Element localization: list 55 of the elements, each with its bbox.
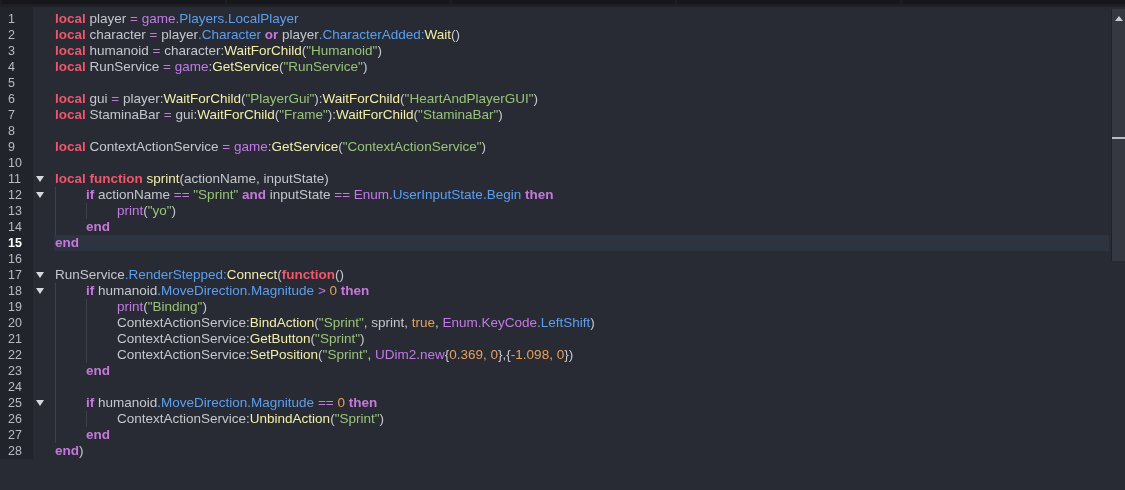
line-number: 27 — [7, 428, 23, 442]
code-line: ContextActionService:UnbindAction("Sprint") — [54, 411, 1109, 427]
line-number: 9 — [7, 140, 16, 154]
line-number: 2 — [7, 28, 16, 42]
line-number: 25 — [7, 396, 23, 410]
fold-arrow-icon[interactable] — [35, 190, 45, 200]
code-line: ContextActionService:GetButton("Sprint") — [54, 331, 1109, 347]
line-number: 18 — [7, 284, 23, 298]
line-number: 8 — [7, 124, 16, 138]
line-number: 12 — [7, 188, 23, 202]
code-line: end — [54, 363, 1109, 379]
code-line: local RunService = game:GetService("RunService") — [54, 59, 369, 75]
code-line: local function sprint(actionName, inputState) — [54, 171, 330, 187]
code-line: if actionName == "Sprint" and inputState == Enum.UserInputState.Begin then — [54, 187, 1109, 203]
code-line: print("yo") — [54, 203, 1109, 219]
code-line: local ContextActionService = game:GetService("ContextActionService") — [54, 139, 487, 155]
code-line: if humanoid.MoveDirection.Magnitude > 0 then — [54, 283, 1109, 299]
code-line: print("Binding") — [54, 299, 1109, 315]
line-number: 11 — [7, 172, 22, 186]
code-line: local StaminaBar = gui:WaitForChild("Frame"):WaitForChild("StaminaBar") — [54, 107, 504, 123]
line-number: 15 — [7, 236, 23, 250]
code-line: if humanoid.MoveDirection.Magnitude == 0 then — [54, 395, 1109, 411]
line-number: 13 — [7, 204, 23, 218]
line-number: 28 — [7, 444, 23, 458]
line-number: 22 — [7, 348, 23, 362]
line-number: 24 — [7, 380, 23, 394]
line-number: 10 — [7, 156, 23, 170]
line-number: 7 — [7, 108, 16, 122]
line-number: 3 — [7, 44, 16, 58]
line-number: 1 — [7, 12, 16, 26]
code-line: local humanoid = character:WaitForChild("Humanoid") — [54, 43, 383, 59]
code-line: RunService.RenderStepped:Connect(function() — [54, 267, 345, 283]
code-line: ContextActionService:BindAction("Sprint", sprint, true, Enum.KeyCode.LeftShift) — [54, 315, 1109, 331]
line-number: 20 — [7, 316, 23, 330]
line-number: 4 — [7, 60, 16, 74]
line-number: 16 — [7, 252, 23, 266]
line-number: 6 — [7, 92, 16, 106]
line-number: 23 — [7, 364, 23, 378]
line-number: 19 — [7, 300, 23, 314]
scrollbar[interactable] — [1111, 9, 1125, 261]
fold-arrow-icon[interactable] — [35, 270, 45, 280]
code-line: local character = player.Character or player.CharacterAdded:Wait() — [54, 27, 462, 43]
fold-arrow-icon[interactable] — [35, 174, 45, 184]
code-line: end) — [54, 443, 85, 459]
line-number: 26 — [7, 412, 23, 426]
code-line: local gui = player:WaitForChild("PlayerGui"):WaitForChild("HeartAndPlayerGUI") — [54, 91, 539, 107]
line-number: 14 — [7, 220, 23, 234]
code-line: ContextActionService:SetPosition("Sprint", UDim2.new{0.369, 0},{-1.098, 0}) — [54, 347, 1109, 363]
code-line: local player = game.Players.LocalPlayer — [54, 11, 300, 27]
fold-arrow-icon[interactable] — [35, 398, 45, 408]
code-line: end — [54, 427, 1109, 443]
line-number: 5 — [7, 76, 16, 90]
fold-arrow-icon[interactable] — [35, 286, 45, 296]
line-number: 17 — [7, 268, 23, 282]
line-number: 21 — [7, 332, 23, 346]
